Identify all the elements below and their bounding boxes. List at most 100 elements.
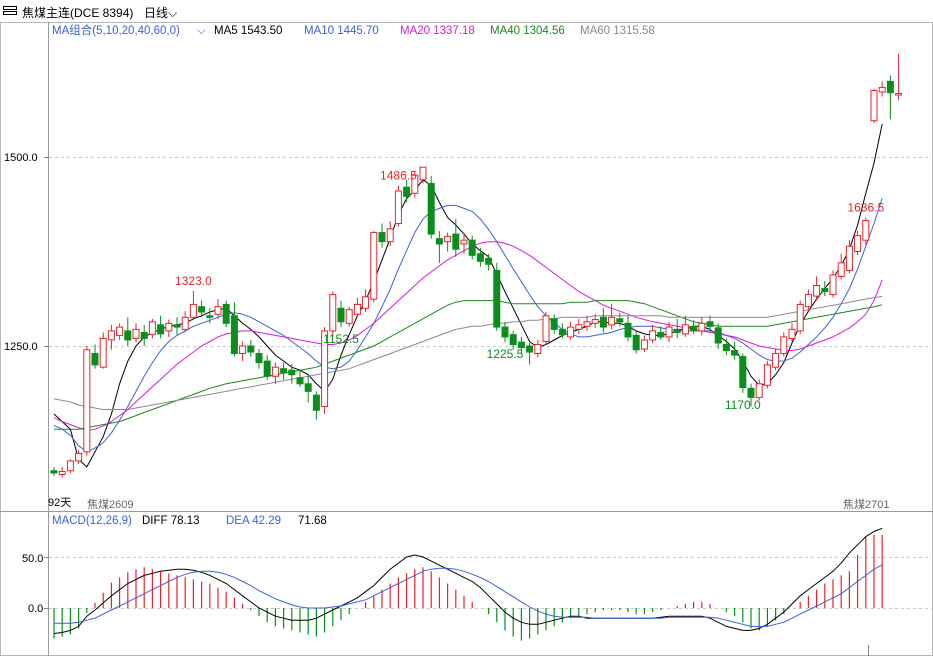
candle bbox=[649, 324, 657, 343]
candle-body-down bbox=[706, 321, 714, 327]
candle bbox=[878, 81, 886, 97]
candle bbox=[444, 232, 452, 252]
candle-body-up bbox=[895, 92, 903, 96]
candle-body-up bbox=[804, 294, 812, 308]
candle bbox=[337, 300, 345, 328]
y-tick-label-1500: 1500.0 bbox=[4, 152, 38, 164]
candle-body-down bbox=[230, 315, 238, 355]
candle-body-up bbox=[845, 245, 853, 271]
annotation-low: 1225.5 bbox=[487, 347, 524, 361]
candle bbox=[91, 344, 99, 369]
candle bbox=[534, 339, 542, 358]
candle-body-up bbox=[681, 324, 689, 335]
candle-body-up bbox=[271, 366, 279, 377]
candle bbox=[370, 231, 378, 303]
candle bbox=[837, 253, 845, 280]
period-selector[interactable]: 日线⌵ bbox=[144, 4, 177, 21]
candle-body-up bbox=[165, 322, 173, 332]
candle-body-down bbox=[288, 369, 296, 376]
y-tick-label-1250: 1250.0 bbox=[4, 341, 38, 353]
candle-body-down bbox=[280, 368, 288, 373]
candle bbox=[157, 315, 165, 339]
candle bbox=[239, 341, 247, 362]
candle bbox=[271, 362, 279, 384]
candle bbox=[854, 231, 862, 256]
candle bbox=[714, 323, 722, 350]
candle-body-up bbox=[75, 452, 83, 462]
price-annotations: 1323.0 1486.5 1152.5 1225.5 1170.0 1636.5 bbox=[175, 169, 884, 412]
candle bbox=[247, 339, 255, 357]
candle-body-up bbox=[345, 309, 353, 324]
candle-body-up bbox=[460, 239, 468, 245]
ma-legend-ma20: MA20 1337.18 bbox=[400, 25, 475, 37]
candle-body-down bbox=[198, 306, 206, 313]
candle-body-up bbox=[99, 337, 107, 368]
annotation-high: 1636.5 bbox=[847, 200, 884, 214]
candle-body-up bbox=[567, 326, 575, 338]
contract-label-right: 焦煤2701 bbox=[843, 498, 889, 511]
chevron-down-icon: ⌵ bbox=[168, 6, 178, 20]
candle bbox=[304, 376, 312, 403]
candle bbox=[345, 306, 353, 327]
candle bbox=[583, 315, 591, 331]
candle bbox=[493, 262, 501, 331]
macd-label[interactable]: MACD(12,26,9) bbox=[52, 515, 132, 527]
candle-body-down bbox=[173, 324, 181, 328]
macd-dea-line bbox=[54, 564, 883, 627]
ma-group-label[interactable]: MA组合(5,10,20,40,60,0) bbox=[52, 23, 180, 37]
ma-group-caret[interactable]: ⌵ bbox=[197, 25, 206, 37]
candle-body-down bbox=[739, 356, 747, 389]
chart-toggle-icon[interactable] bbox=[3, 6, 17, 15]
candle-body-down bbox=[157, 324, 165, 335]
candle bbox=[116, 323, 124, 340]
candle-body-up bbox=[772, 353, 780, 368]
candle-body-up bbox=[214, 306, 222, 315]
candle-body-down bbox=[312, 394, 320, 411]
candle-body-down bbox=[378, 232, 386, 243]
candle bbox=[312, 391, 320, 420]
candle bbox=[362, 289, 370, 312]
candle-body-down bbox=[624, 322, 632, 338]
candle-body-up bbox=[148, 321, 156, 336]
candle-body-down bbox=[50, 470, 58, 474]
macd-macd-value: 71.68 bbox=[298, 515, 327, 527]
candle-body-down bbox=[263, 360, 271, 377]
period-label: 日线 bbox=[144, 6, 169, 20]
candle-body-up bbox=[83, 349, 91, 453]
candle bbox=[214, 299, 222, 319]
candle-body-up bbox=[698, 322, 706, 332]
candle-body-up bbox=[813, 285, 821, 297]
candle-body-down bbox=[296, 377, 304, 385]
candle bbox=[476, 247, 484, 267]
candle bbox=[280, 362, 288, 381]
candle-body-down bbox=[550, 318, 558, 330]
candle-body-down bbox=[427, 182, 435, 235]
candle-body-up bbox=[575, 324, 583, 330]
candle bbox=[460, 232, 468, 254]
ma-lines bbox=[53, 123, 883, 468]
candle bbox=[148, 318, 156, 339]
candle bbox=[542, 311, 550, 345]
candle-body-up bbox=[107, 330, 115, 341]
candle bbox=[378, 223, 386, 248]
candle-body-up bbox=[386, 228, 394, 243]
candle-body-up bbox=[829, 274, 837, 296]
ma-legend-ma5: MA5 1543.50 bbox=[214, 25, 282, 37]
candle bbox=[698, 317, 706, 336]
candle bbox=[780, 332, 788, 357]
contract-label-left: 焦煤2609 bbox=[87, 498, 133, 511]
candle bbox=[763, 361, 771, 389]
candle bbox=[821, 280, 829, 297]
candle-body-down bbox=[140, 331, 148, 339]
candle bbox=[165, 319, 173, 337]
candle-body-up bbox=[370, 232, 378, 300]
candle-body-up bbox=[870, 89, 878, 122]
candle bbox=[173, 317, 181, 335]
candle bbox=[829, 270, 837, 298]
chart-canvas[interactable]: MA组合(5,10,20,40,60,0) ⌵ MA5 1543.50 MA10 … bbox=[0, 0, 933, 656]
candle bbox=[452, 218, 460, 257]
candle bbox=[66, 459, 74, 474]
candle bbox=[435, 231, 443, 263]
candle-body-down bbox=[485, 257, 493, 265]
candle-body-down bbox=[247, 345, 255, 353]
